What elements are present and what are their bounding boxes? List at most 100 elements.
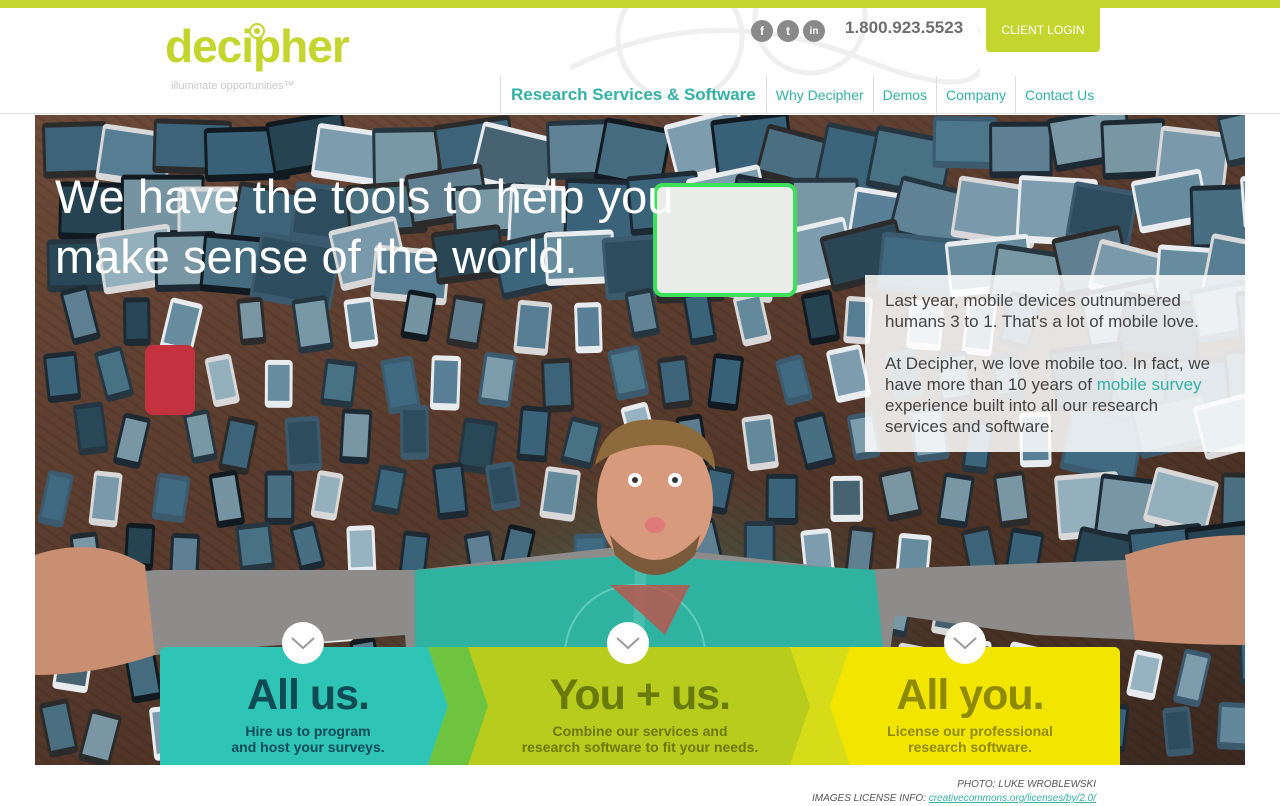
nav-company[interactable]: Company xyxy=(936,76,1015,113)
device-screen xyxy=(76,406,106,449)
device-screen xyxy=(287,420,320,465)
service-options: All us. Hire us to program and host your… xyxy=(160,647,1120,765)
nav-why-decipher[interactable]: Why Decipher xyxy=(765,76,873,113)
device-shape xyxy=(43,350,82,404)
device-shape xyxy=(343,296,379,350)
device-screen xyxy=(710,358,741,405)
nav-research-services[interactable]: Research Services & Software xyxy=(500,76,766,113)
device-shape xyxy=(183,409,218,464)
info-paragraph-2: At Decipher, we love mobile too. In fact… xyxy=(885,353,1225,437)
main-nav: Research Services & Software Why Deciphe… xyxy=(500,76,1103,113)
device-screen xyxy=(544,362,571,406)
device-shape xyxy=(39,698,79,758)
device-shape xyxy=(541,357,575,413)
device-shape xyxy=(60,285,101,345)
device-shape xyxy=(235,521,276,573)
device-screen xyxy=(346,301,375,343)
device-shape xyxy=(932,115,998,170)
panel-all-us-sub2: and host your surveys. xyxy=(231,739,385,755)
device-shape xyxy=(775,354,813,406)
device-shape xyxy=(122,297,151,347)
device-screen xyxy=(155,477,188,517)
device-screen xyxy=(768,478,796,518)
device-shape xyxy=(516,405,552,463)
device-shape xyxy=(289,521,326,573)
expand-all-us-button[interactable] xyxy=(282,622,324,664)
device-shape xyxy=(94,346,134,402)
device-screen xyxy=(516,304,550,349)
logo-dot xyxy=(251,25,263,37)
license-info: IMAGES LICENSE INFO: creativecommons.org… xyxy=(812,792,1096,806)
device-screen xyxy=(116,417,148,463)
expand-all-you-button[interactable] xyxy=(944,622,986,664)
panel-all-you-title[interactable]: All you. xyxy=(840,671,1100,720)
panel-you-plus-us-subtitle: Combine our services and research softwa… xyxy=(470,723,810,755)
device-shape xyxy=(513,299,553,356)
panel-all-you-subtitle: License our professional research softwa… xyxy=(840,723,1100,755)
device-shape xyxy=(657,355,693,410)
device-screen xyxy=(660,359,690,403)
device-shape xyxy=(218,416,259,476)
twitter-icon[interactable]: t xyxy=(777,20,799,42)
linkedin-icon[interactable]: in xyxy=(803,20,825,42)
panel-all-us-title[interactable]: All us. xyxy=(160,671,456,720)
info-paragraph-1: Last year, mobile devices outnumbered hu… xyxy=(885,291,1199,331)
device-shape xyxy=(429,355,462,411)
device-shape xyxy=(707,353,744,412)
device-shape xyxy=(993,470,1031,529)
device-shape xyxy=(485,461,521,512)
panel-all-you-sub2: research software. xyxy=(908,739,1032,755)
top-accent-bar xyxy=(0,0,1280,8)
photo-credit: PHOTO: LUKE WROBLEWSKI xyxy=(957,779,1096,790)
device-screen xyxy=(935,120,995,163)
device-shape xyxy=(477,351,517,408)
decipher-logo[interactable]: decipher illuminate opportunities™ xyxy=(165,16,350,92)
hero-banner: We have the tools to help you make sense… xyxy=(35,115,1245,765)
device-screen xyxy=(63,289,97,339)
nav-contact-us[interactable]: Contact Us xyxy=(1014,76,1103,113)
device-accent xyxy=(145,345,195,415)
device-shape xyxy=(1126,649,1163,701)
nav-demos[interactable]: Demos xyxy=(872,76,936,113)
hero-headline: We have the tools to help you make sense… xyxy=(55,167,755,287)
panel-all-you-sub1: License our professional xyxy=(887,723,1053,739)
device-shape xyxy=(793,411,837,471)
device-screen xyxy=(125,302,148,340)
panel-you-plus-us-title[interactable]: You + us. xyxy=(470,671,810,720)
expand-you-plus-us-button[interactable] xyxy=(607,622,649,664)
client-login-button[interactable]: CLIENT LOGIN xyxy=(986,8,1100,52)
logo-tagline: illuminate opportunities™ xyxy=(171,80,295,92)
device-screen xyxy=(41,474,71,521)
device-shape xyxy=(1173,648,1212,708)
device-shape xyxy=(88,470,123,528)
device-screen xyxy=(402,409,427,453)
device-screen xyxy=(1165,711,1191,750)
device-shape xyxy=(264,470,295,525)
license-label: IMAGES LICENSE INFO: xyxy=(812,793,929,804)
license-link[interactable]: creativecommons.org/licenses/by/2.0/ xyxy=(929,793,1096,804)
device-shape xyxy=(78,708,122,765)
device-shape xyxy=(607,344,650,401)
device-shape xyxy=(539,466,581,522)
device-screen xyxy=(435,466,466,514)
device-shape xyxy=(320,358,358,409)
device-screen xyxy=(323,363,355,402)
device-shape xyxy=(765,473,799,525)
device-shape xyxy=(310,470,344,521)
device-screen xyxy=(833,480,861,516)
device-shape xyxy=(1162,706,1194,757)
facebook-icon[interactable]: f xyxy=(751,20,773,42)
mobile-info-box: Last year, mobile devices outnumbered hu… xyxy=(865,275,1245,452)
device-shape xyxy=(339,408,373,465)
device-shape xyxy=(399,404,430,460)
device-shape xyxy=(446,294,486,350)
device-shape xyxy=(37,470,74,528)
device-shape xyxy=(878,466,922,522)
device-shape xyxy=(264,359,293,408)
mobile-survey-link[interactable]: mobile survey xyxy=(1097,375,1202,394)
device-screen xyxy=(267,475,292,518)
device-screen xyxy=(577,307,600,347)
panel-all-us-subtitle: Hire us to program and host your surveys… xyxy=(160,723,456,755)
device-shape xyxy=(284,415,323,472)
device-shape xyxy=(236,296,267,346)
